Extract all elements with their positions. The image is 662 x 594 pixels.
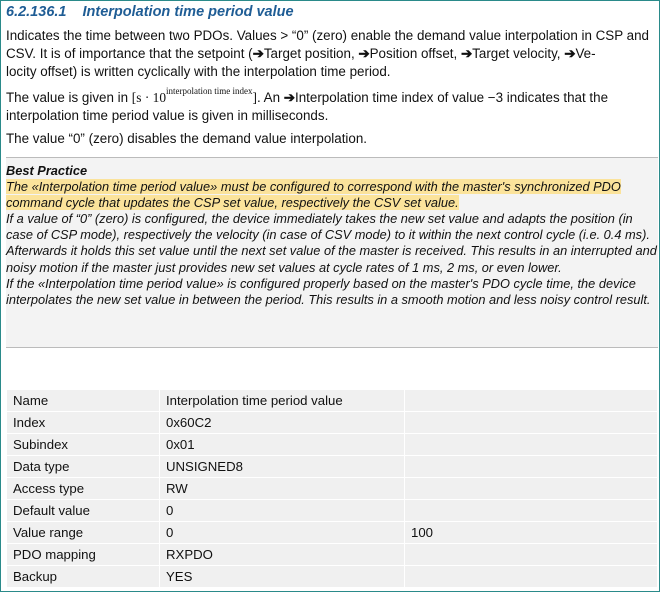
unit-text: The value is given in xyxy=(6,90,132,105)
link-target-position[interactable]: Target position, xyxy=(264,46,359,61)
formula-base: [s · 10 xyxy=(131,90,167,105)
property-value: RW xyxy=(159,477,405,500)
link-interpolation-time-index[interactable]: Interpolation time index xyxy=(295,90,433,105)
property-label: Name xyxy=(6,389,160,412)
table-row: Backup YES xyxy=(6,565,658,588)
table-row: PDO mapping RXPDO xyxy=(6,543,658,566)
table-row: Data type UNSIGNED8 xyxy=(6,455,658,478)
unit-paragraph: The value is given in [s · 10interpolati… xyxy=(6,87,656,125)
best-practice-box: Best Practice The «Interpolation time pe… xyxy=(6,157,658,348)
property-value: RXPDO xyxy=(159,543,405,566)
formula-exponent: interpolation time index xyxy=(166,86,253,96)
property-value: YES xyxy=(159,565,405,588)
arrow-icon: ➔ xyxy=(252,46,264,61)
property-value: 0x60C2 xyxy=(159,411,405,434)
property-value: 0 xyxy=(159,499,405,522)
document-page: 6.2.136.1 Interpolation time period value… xyxy=(0,0,660,592)
property-label: PDO mapping xyxy=(6,543,160,566)
property-value: Interpolation time period value xyxy=(159,389,405,412)
section-number: 6.2.136.1 xyxy=(6,4,67,20)
arrow-icon: ➔ xyxy=(358,46,370,61)
arrow-icon: ➔ xyxy=(564,46,576,61)
arrow-icon: ➔ xyxy=(460,46,473,61)
best-practice-highlight: The «Interpolation time period value» mu… xyxy=(6,179,621,211)
best-practice-title: Best Practice xyxy=(6,163,88,178)
property-extra xyxy=(404,477,658,500)
link-velocity-offset-part2[interactable]: locity offset xyxy=(6,64,73,79)
property-extra xyxy=(404,389,658,412)
table-row: Name Interpolation time period value xyxy=(6,389,658,412)
property-extra xyxy=(404,565,658,588)
property-extra xyxy=(404,543,658,566)
description-text-end: ) is written cyclically with the interpo… xyxy=(72,64,391,79)
object-properties-body: Name Interpolation time period value Index… xyxy=(6,389,658,588)
property-extra xyxy=(404,433,658,456)
property-extra xyxy=(404,411,658,434)
table-row: Value range 0 100 xyxy=(6,521,658,544)
table-row: Subindex 0x01 xyxy=(6,433,658,456)
unit-formula: [s · 10interpolation time index] xyxy=(131,87,257,106)
property-value: 0x01 xyxy=(159,433,405,456)
property-extra: 100 xyxy=(404,521,658,544)
unit-text-mid: . An xyxy=(256,90,284,105)
property-value: UNSIGNED8 xyxy=(159,455,405,478)
property-label: Value range xyxy=(6,521,160,544)
section-title: Interpolation time period value xyxy=(82,4,294,20)
disable-paragraph: The value “0” (zero) disables the demand… xyxy=(6,131,368,146)
property-extra xyxy=(404,455,658,478)
link-position-offset[interactable]: Position offset, xyxy=(370,46,461,61)
property-label: Default value xyxy=(6,499,160,522)
best-practice-paragraph-1: If a value of “0” (zero) is configured, … xyxy=(6,211,657,275)
property-value: 0 xyxy=(159,521,405,544)
property-label: Subindex xyxy=(6,433,160,456)
best-practice-paragraph-2: If the «Interpolation time period value»… xyxy=(6,275,651,307)
table-row: Index 0x60C2 xyxy=(6,411,658,434)
link-target-velocity[interactable]: Target velocity, xyxy=(472,46,564,61)
object-properties-table: Name Interpolation time period value Index… xyxy=(6,389,658,588)
description-paragraph: Indicates the time between two PDOs. Val… xyxy=(6,27,656,81)
best-practice-divider xyxy=(6,347,658,348)
property-label: Index xyxy=(6,411,160,434)
property-label: Data type xyxy=(6,455,160,478)
link-velocity-offset-part1[interactable]: Ve- xyxy=(575,46,595,61)
arrow-icon: ➔ xyxy=(283,90,296,105)
table-row: Access type RW xyxy=(6,477,658,500)
section-heading: 6.2.136.1 Interpolation time period value xyxy=(6,4,294,20)
property-label: Backup xyxy=(6,565,160,588)
property-extra xyxy=(404,499,658,522)
table-row: Default value 0 xyxy=(6,499,658,522)
property-label: Access type xyxy=(6,477,160,500)
best-practice-highlight-block: The «Interpolation time period value» mu… xyxy=(6,179,658,211)
